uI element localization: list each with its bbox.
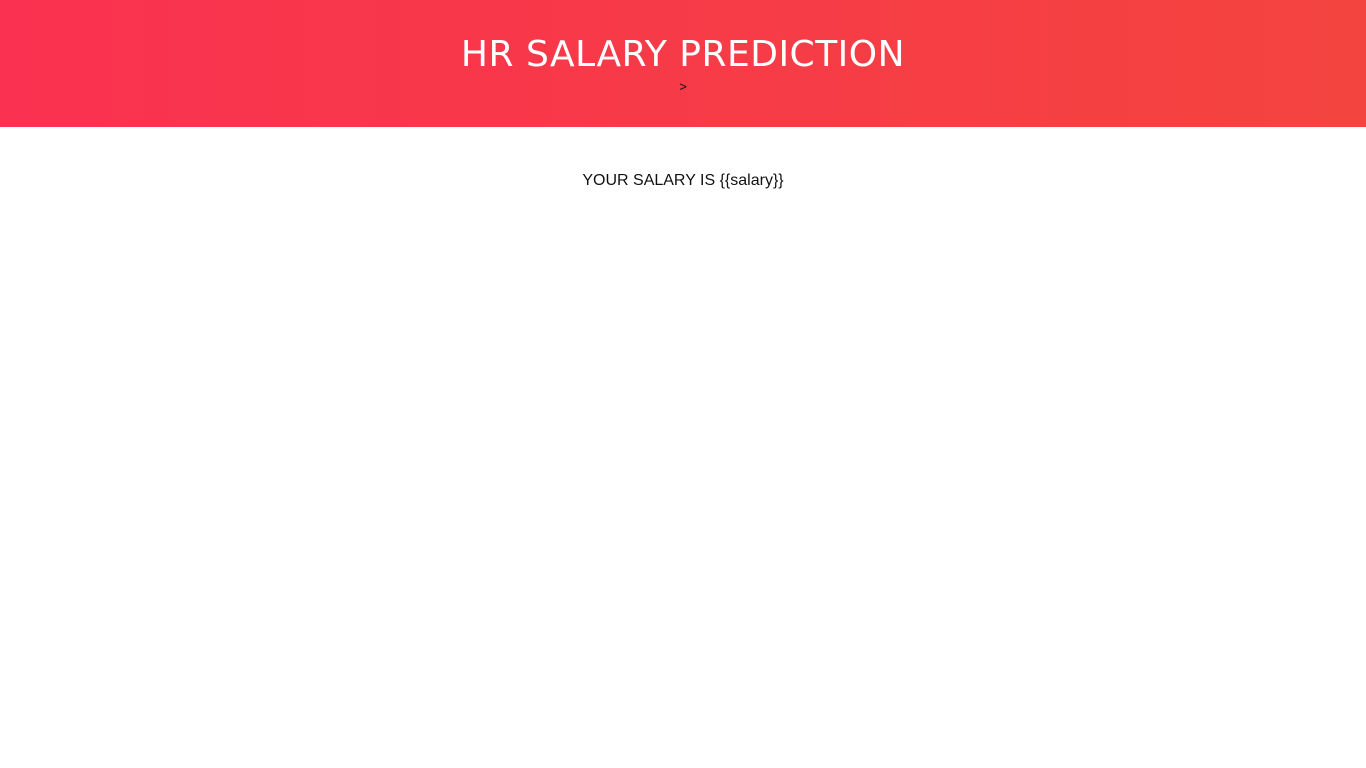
header-stray-text: > — [679, 79, 687, 94]
page-header: HR SALARY PREDICTION > — [0, 0, 1366, 127]
salary-result-text: YOUR SALARY IS {{salary}} — [582, 172, 784, 189]
page-title: HR SALARY PREDICTION — [460, 34, 906, 75]
